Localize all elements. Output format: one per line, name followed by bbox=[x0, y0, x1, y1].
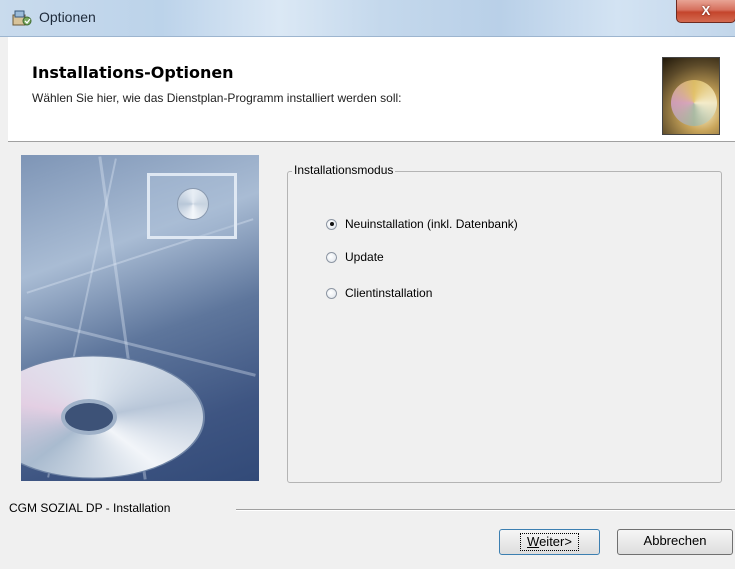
close-icon: X bbox=[701, 3, 711, 18]
radio-unchecked-icon[interactable] bbox=[326, 251, 337, 263]
next-mnemonic: W bbox=[527, 534, 540, 549]
installation-mode-group: Installationsmodus Neuinstallation (inkl… bbox=[287, 163, 722, 483]
cd-hole bbox=[61, 399, 117, 435]
small-cd-icon bbox=[177, 188, 209, 220]
radio-clientinstallation[interactable]: Clientinstallation bbox=[326, 286, 432, 300]
cancel-button[interactable]: Abbrechen bbox=[617, 529, 733, 555]
radio-unchecked-icon[interactable] bbox=[326, 287, 337, 299]
group-legend: Installationsmodus bbox=[292, 163, 396, 177]
installer-branding: CGM SOZIAL DP - Installation bbox=[9, 501, 171, 515]
cd-illustration-image bbox=[21, 155, 259, 481]
radio-neuinstallation[interactable]: Neuinstallation (inkl. Datenbank) bbox=[326, 217, 518, 231]
next-button-label: Weiter> bbox=[520, 533, 579, 551]
window-border bbox=[0, 37, 8, 569]
radio-update[interactable]: Update bbox=[326, 250, 384, 264]
radio-label: Neuinstallation (inkl. Datenbank) bbox=[345, 217, 518, 231]
cd-logo-image bbox=[662, 57, 720, 135]
radio-label: Clientinstallation bbox=[345, 286, 433, 300]
installer-icon bbox=[12, 10, 32, 26]
radio-label: Update bbox=[345, 250, 384, 264]
radio-checked-icon[interactable] bbox=[326, 218, 337, 230]
page-subtitle: Wählen Sie hier, wie das Dienstplan-Prog… bbox=[32, 91, 402, 105]
window-title: Optionen bbox=[39, 9, 96, 25]
header-panel: Installations-Optionen Wählen Sie hier, … bbox=[8, 37, 735, 142]
close-button[interactable]: X bbox=[676, 0, 735, 23]
footer-divider bbox=[236, 509, 735, 511]
page-title: Installations-Optionen bbox=[32, 63, 234, 82]
title-bar[interactable]: Optionen X bbox=[0, 0, 735, 37]
next-button[interactable]: Weiter> bbox=[499, 529, 600, 555]
